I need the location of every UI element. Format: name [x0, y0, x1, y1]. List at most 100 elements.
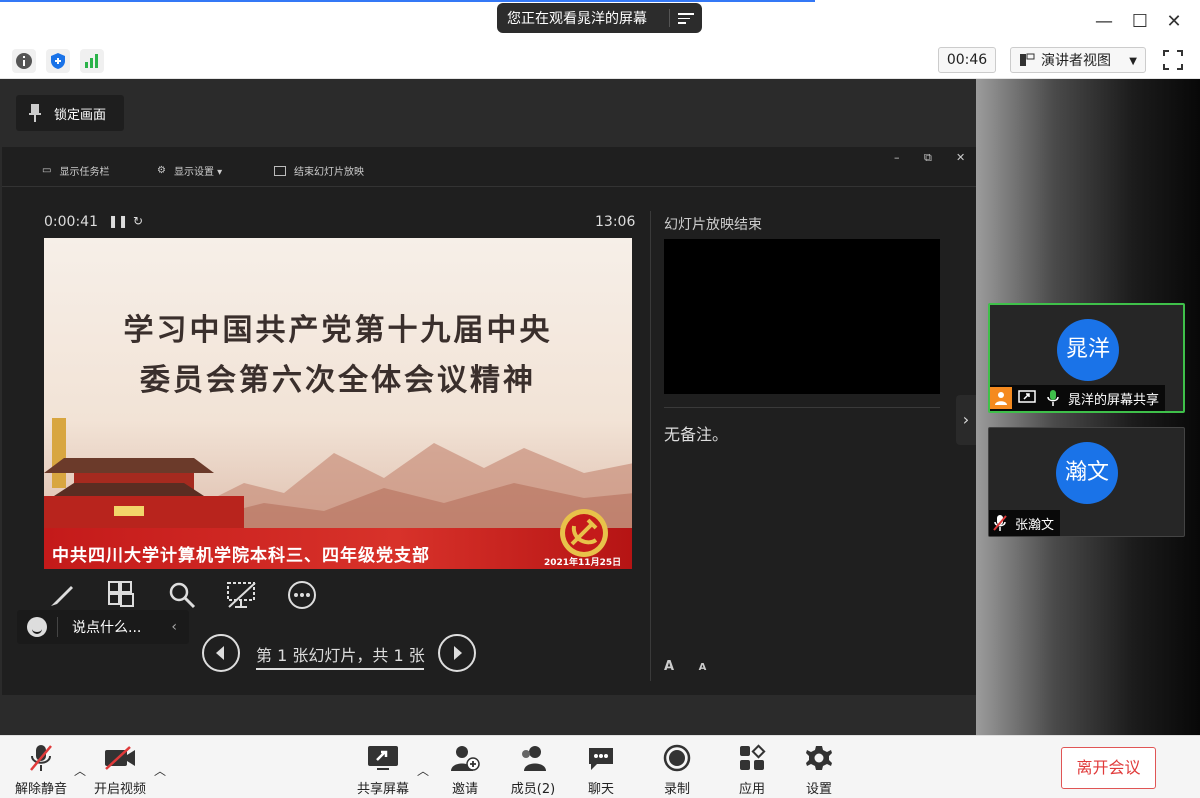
ppt-close-icon[interactable]: ✕ — [956, 151, 965, 164]
microphone-muted-icon — [14, 742, 68, 774]
maximize-icon[interactable]: ☐ — [1128, 10, 1152, 34]
ppt-restore-icon[interactable]: ⧉ — [924, 151, 932, 165]
shield-icon[interactable] — [46, 49, 70, 73]
current-clock: 13:06 — [595, 214, 636, 230]
slide-title-line-2: 委员会第六次全体会议精神 — [140, 363, 536, 398]
chat-placeholder[interactable]: 说点什么... — [72, 617, 141, 637]
chevron-right-icon — [454, 646, 462, 660]
view-mode-select[interactable]: 演讲者视图 ▼ — [1010, 47, 1146, 73]
pause-icon[interactable]: ❚❚ — [108, 214, 128, 228]
speaker-notes: 无备注。 — [664, 425, 729, 444]
info-icon[interactable] — [12, 49, 36, 73]
share-banner-text: 您正在观看晁洋的屏幕 — [507, 11, 647, 27]
chevron-left-icon[interactable]: ‹ — [171, 619, 177, 635]
record-icon — [662, 742, 692, 774]
participant-name: 晁洋的屏幕共享 — [1068, 392, 1160, 408]
display-settings-label: 显示设置 ▾ — [173, 167, 223, 178]
slide-footer-text: 中共四川大学计算机学院本科三、四年级党支部 — [52, 546, 430, 566]
banner-menu-icon[interactable] — [678, 10, 694, 26]
unmute-label: 解除静音 — [14, 782, 67, 797]
close-icon[interactable]: ✕ — [1162, 10, 1186, 34]
display-settings-icon: ⚙ — [157, 165, 166, 176]
collapse-panel-button[interactable]: › — [956, 395, 976, 445]
fullscreen-icon[interactable] — [1160, 47, 1186, 73]
tiananmen-illustration — [44, 418, 244, 538]
increase-font-button[interactable]: A — [664, 659, 674, 674]
reset-timer-icon[interactable]: ↻ — [133, 214, 143, 228]
all-slides-icon[interactable] — [104, 577, 140, 613]
current-slide: 学习中国共产党第十九届中央 委员会第六次全体会议精神 中共四川大学计算机学院本科… — [44, 238, 632, 569]
leave-meeting-button[interactable]: 离开会议 — [1061, 747, 1156, 789]
meeting-timer: 00:46 — [938, 47, 996, 73]
apps-label: 应用 — [738, 782, 765, 797]
gear-icon — [804, 742, 834, 774]
slide-title-line-1: 学习中国共产党第十九届中央 — [123, 313, 553, 348]
settings-button[interactable]: 设置 — [804, 742, 834, 797]
share-screen-button[interactable]: 共享屏幕 — [356, 742, 410, 797]
chevron-down-icon: ▼ — [1129, 56, 1137, 67]
meeting-controls-bar: 解除静音 ︿ 开启视频 ︿ 共享屏幕 ︿ 邀请 成员(2) 聊天 录制 应用 设… — [0, 735, 1200, 798]
taskbar-icon: ▭ — [42, 165, 52, 176]
previous-slide-button[interactable] — [202, 634, 240, 672]
meeting-toolbar: 00:46 演讲者视图 ▼ — [0, 42, 1200, 79]
avatar: 瀚文 — [1056, 442, 1118, 504]
lock-view-label: 锁定画面 — [54, 107, 107, 123]
screen-share-icon — [1016, 387, 1038, 409]
avatar: 晁洋 — [1057, 319, 1119, 381]
record-button[interactable]: 录制 — [662, 742, 692, 797]
more-options-icon[interactable] — [284, 577, 320, 613]
participant-tile[interactable]: 瀚文 张瀚文 — [988, 427, 1185, 537]
participant-tile[interactable]: 晁洋 晁洋的屏幕共享 — [988, 303, 1185, 413]
black-screen-icon[interactable] — [224, 577, 260, 613]
emoji-icon[interactable] — [27, 617, 47, 637]
participant-name-bar: 晁洋的屏幕共享 — [990, 385, 1166, 411]
start-video-button[interactable]: 开启视频 — [93, 742, 147, 797]
end-slideshow-icon — [274, 165, 286, 176]
invite-button[interactable]: 邀请 — [450, 742, 480, 797]
banner-divider — [669, 9, 670, 27]
display-settings-button[interactable]: ⚙ 显示设置 ▾ — [157, 163, 222, 178]
end-slideshow-label: 结束幻灯片放映 — [294, 167, 364, 178]
chat-button[interactable]: 聊天 — [586, 742, 616, 797]
invite-label: 邀请 — [451, 782, 478, 797]
end-slideshow-button[interactable]: 结束幻灯片放映 — [274, 163, 364, 178]
slide-title: 学习中国共产党第十九届中央 委员会第六次全体会议精神 — [44, 306, 632, 406]
unmute-button[interactable]: 解除静音 — [14, 742, 68, 797]
signal-icon[interactable] — [80, 49, 104, 73]
title-bar: 您正在观看晁洋的屏幕 — ☐ ✕ — [0, 0, 1200, 42]
notes-font-controls: A A — [664, 659, 726, 674]
minimize-icon[interactable]: — — [1092, 10, 1116, 34]
ppt-minimize-icon[interactable]: – — [894, 151, 900, 164]
apps-button[interactable]: 应用 — [737, 742, 767, 797]
share-options-chevron-up-icon[interactable]: ︿ — [417, 762, 429, 779]
share-screen-label: 共享屏幕 — [356, 782, 409, 797]
chat-label: 聊天 — [587, 782, 614, 797]
presenter-divider — [650, 211, 651, 681]
microphone-icon — [1042, 387, 1064, 409]
chevron-left-icon — [216, 646, 224, 660]
members-icon — [510, 742, 556, 774]
presenter-toolbar: ▭ 显示任务栏 ⚙ 显示设置 ▾ 结束幻灯片放映 – ⧉ ✕ — [2, 147, 976, 187]
show-taskbar-button[interactable]: ▭ 显示任务栏 — [42, 163, 109, 178]
pen-icon[interactable] — [44, 577, 80, 613]
next-slide-preview — [664, 239, 940, 394]
members-label: 成员(2) — [510, 782, 556, 797]
show-taskbar-label: 显示任务栏 — [59, 167, 110, 178]
quick-chat-bar[interactable]: 说点什么... ‹ — [17, 610, 189, 644]
notes-divider — [664, 407, 940, 408]
video-options-chevron-up-icon[interactable]: ︿ — [154, 762, 166, 779]
share-screen-icon — [356, 742, 410, 774]
next-slide-button[interactable] — [438, 634, 476, 672]
audio-options-chevron-up-icon[interactable]: ︿ — [74, 762, 86, 779]
host-icon — [990, 387, 1012, 409]
microphone-muted-icon — [989, 512, 1011, 534]
elapsed-time: 0:00:41 — [44, 214, 98, 230]
members-button[interactable]: 成员(2) — [510, 742, 556, 797]
decrease-font-button[interactable]: A — [699, 662, 707, 673]
lock-view-button[interactable]: 锁定画面 — [16, 95, 124, 131]
zoom-icon[interactable] — [164, 577, 200, 613]
screen-share-banner[interactable]: 您正在观看晁洋的屏幕 — [497, 3, 702, 33]
start-video-label: 开启视频 — [93, 782, 146, 797]
record-label: 录制 — [663, 782, 690, 797]
apps-icon — [737, 742, 767, 774]
